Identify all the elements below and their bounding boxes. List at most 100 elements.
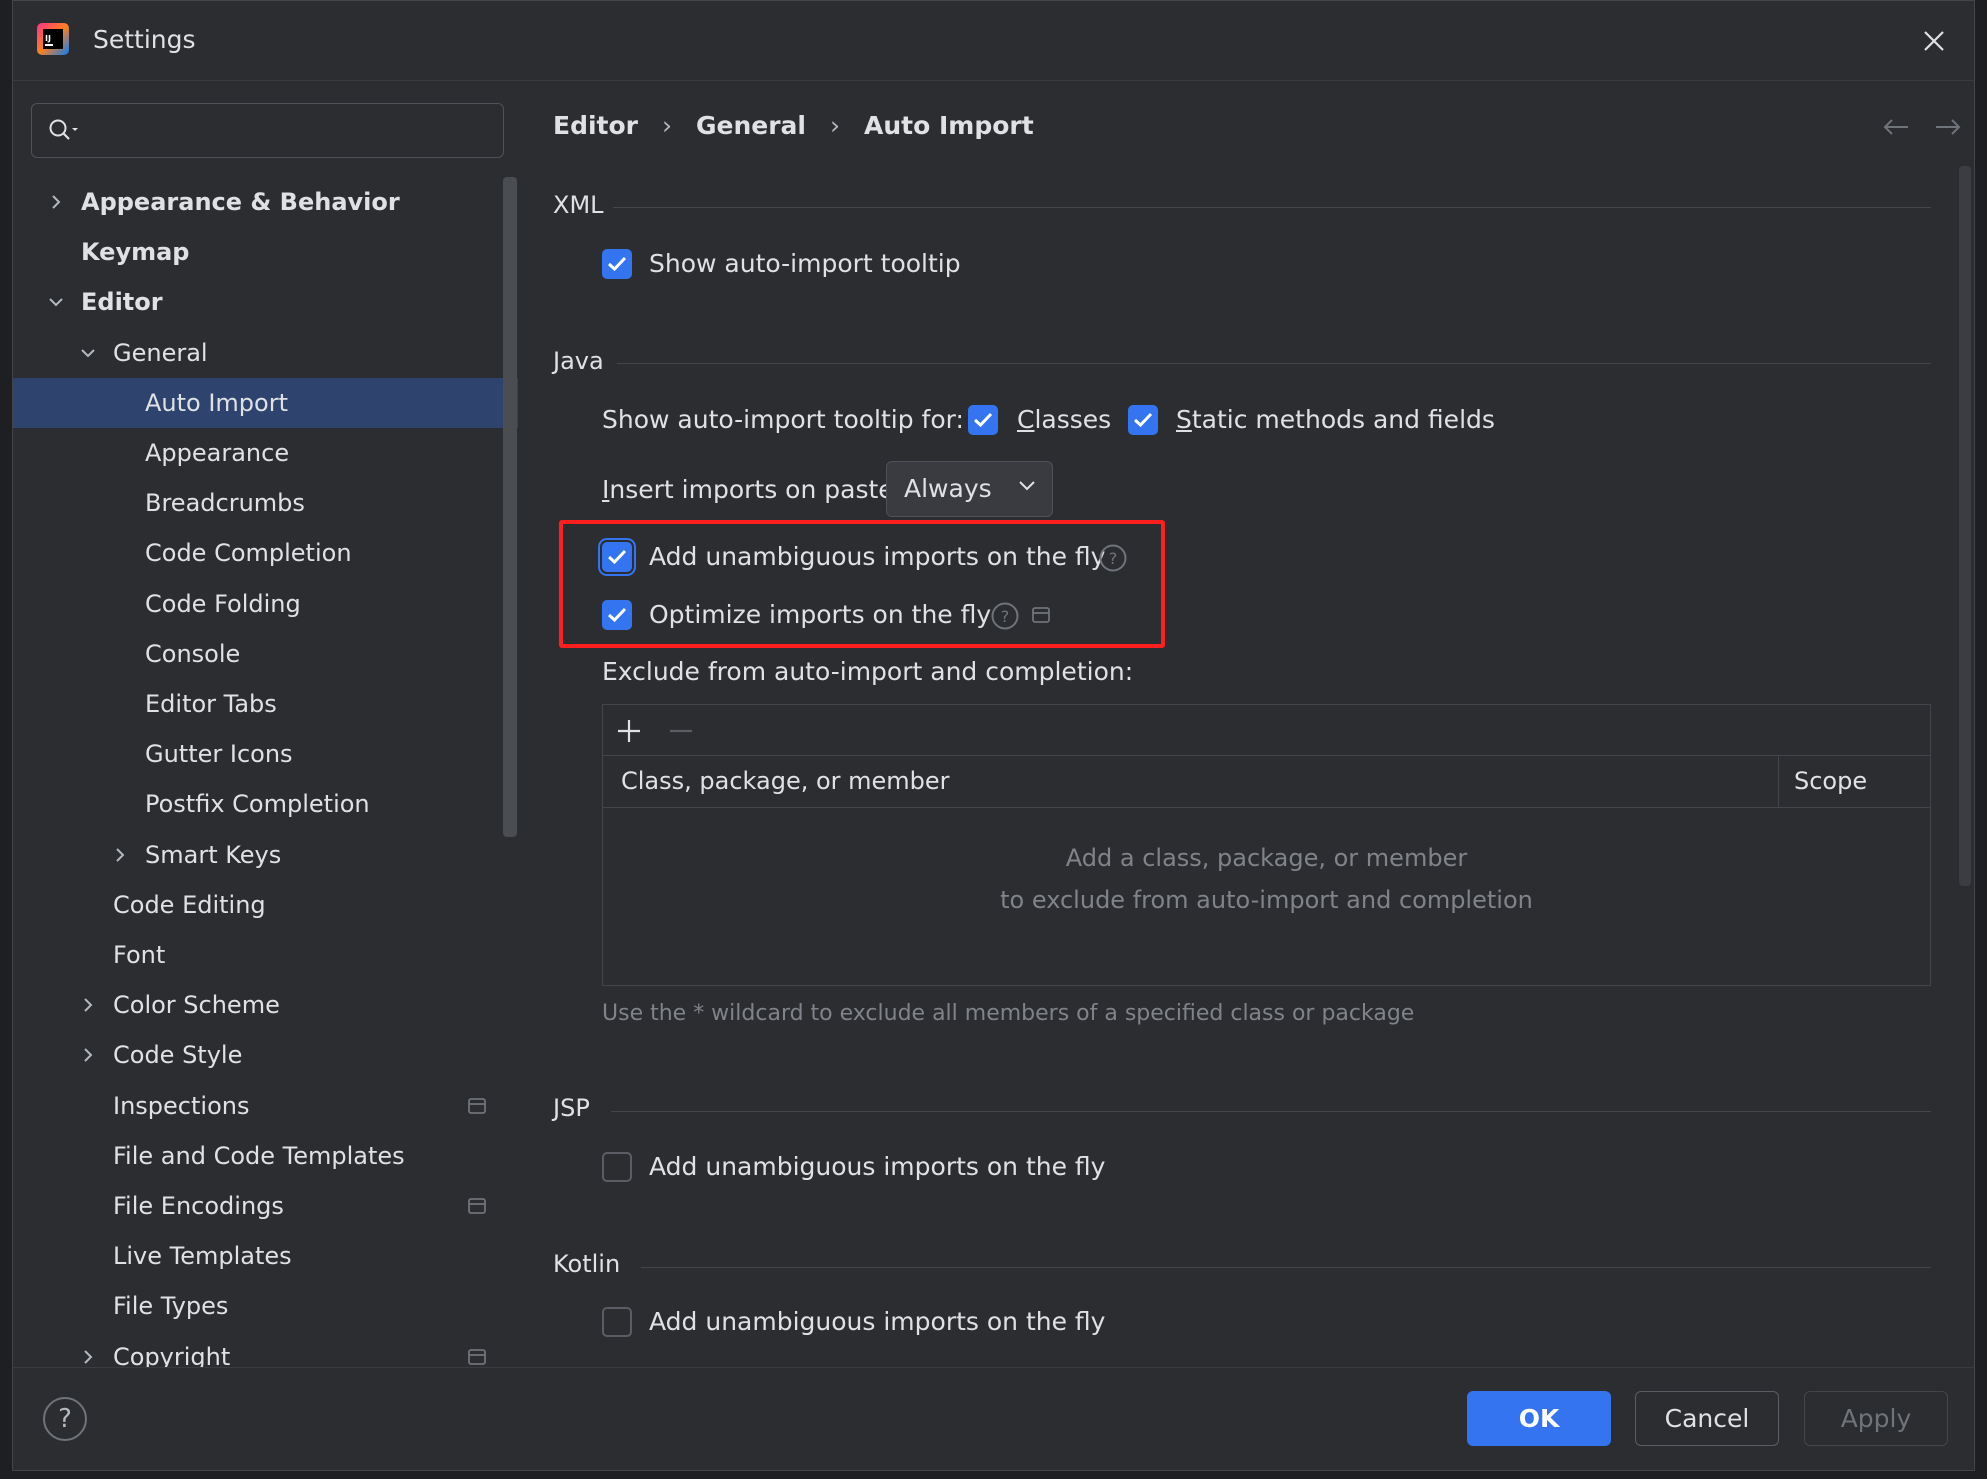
exclude-table[interactable]: Class, package, or member Scope Add a cl… [602,704,1931,986]
tree-item-appearance[interactable]: Appearance [13,428,518,478]
section-divider [641,1267,1931,1268]
tree-item-general[interactable]: General [13,328,518,378]
tree-item-editor-tabs[interactable]: Editor Tabs [13,679,518,729]
close-icon [1924,31,1944,51]
chevron-right-icon[interactable] [111,846,129,864]
intellij-logo-icon: IJ [37,23,69,55]
java-static-checkbox[interactable] [1128,405,1158,435]
checkmark-icon [1133,412,1153,428]
tree-item-editor[interactable]: Editor [13,277,518,327]
checkmark-icon [973,412,993,428]
table-empty-state: Add a class, package, or member to exclu… [603,837,1930,921]
tree-item-label: Auto Import [145,388,289,417]
help-button[interactable]: ? [43,1397,87,1441]
project-level-icon [468,1198,486,1214]
tree-item-auto-import[interactable]: Auto Import [13,377,518,428]
java-insert-label: Insert imports on paste: [602,475,903,504]
cancel-button[interactable]: Cancel [1635,1391,1779,1446]
chevron-right-icon[interactable] [79,1348,97,1366]
chevron-right-icon[interactable] [47,193,65,211]
tree-item-label: Code Editing [113,890,266,919]
insert-imports-value: Always [904,474,992,503]
section-java-title: Java [553,347,604,375]
column-class-header[interactable]: Class, package, or member [621,767,950,795]
settings-search[interactable] [31,103,504,158]
jsp-add-unambiguous-label[interactable]: Add unambiguous imports on the fly [649,1152,1105,1181]
java-static-label[interactable]: Static methods and fields [1176,405,1495,434]
breadcrumb-general[interactable]: General [696,111,806,140]
tree-item-code-editing[interactable]: Code Editing [13,880,518,930]
ok-button[interactable]: OK [1467,1391,1611,1446]
tree-item-label: Copyright [113,1342,231,1367]
chevron-down-icon[interactable] [47,293,65,311]
tree-item-color-scheme[interactable]: Color Scheme [13,980,518,1030]
tree-item-label: Appearance [145,439,290,467]
table-header: Class, package, or member Scope [603,755,1930,808]
tree-item-breadcrumbs[interactable]: Breadcrumbs [13,478,518,528]
tree-item-live-templates[interactable]: Live Templates [13,1231,518,1281]
kotlin-add-unambiguous-label[interactable]: Add unambiguous imports on the fly [649,1307,1105,1336]
tree-item-label: Appearance & Behavior [81,188,400,216]
tree-item-code-folding[interactable]: Code Folding [13,579,518,629]
tree-item-label: Code Style [113,1041,243,1070]
back-arrow-icon[interactable] [1882,117,1910,137]
section-jsp-title: JSP [553,1094,590,1122]
close-button[interactable] [1914,21,1954,61]
tree-item-copyright[interactable]: Copyright [13,1332,518,1367]
tree-item-appearance-behavior[interactable]: Appearance & Behavior [13,177,518,227]
java-classes-label[interactable]: Classes [1017,405,1111,434]
tree-item-smart-keys[interactable]: Smart Keys [13,830,518,880]
content-scrollbar[interactable] [1959,166,1971,886]
tree-item-keymap[interactable]: Keymap [13,227,518,277]
empty-state-line1: Add a class, package, or member [1065,844,1468,872]
java-classes-checkbox[interactable] [968,405,998,435]
xml-show-tooltip-label[interactable]: Show auto-import tooltip [649,249,961,278]
search-input[interactable] [84,112,488,150]
tree-item-label: Breadcrumbs [145,489,305,518]
tree-item-gutter-icons[interactable]: Gutter Icons [13,729,518,779]
tree-item-console[interactable]: Console [13,629,518,679]
chevron-right-icon[interactable] [79,996,97,1014]
window-title: Settings [93,25,196,54]
settings-dialog: IJ Settings Appearance & Behavior Keymap E… [12,0,1975,1471]
breadcrumb: Editor › General › Auto Import [553,111,1034,140]
tree-item-code-completion[interactable]: Code Completion [13,528,518,578]
tree-scrollbar[interactable] [503,177,517,837]
tree-item-file-encodings[interactable]: File Encodings [13,1181,518,1231]
forward-arrow-icon[interactable] [1934,117,1962,137]
section-xml-title: XML [553,191,604,219]
insert-imports-dropdown[interactable]: Always [886,461,1053,517]
section-divider [613,207,1931,208]
section-kotlin-title: Kotlin [553,1250,621,1278]
section-divider [611,1111,1931,1112]
tree-item-code-style[interactable]: Code Style [13,1030,518,1080]
tree-item-file-types[interactable]: File Types [13,1281,518,1331]
settings-tree: Appearance & Behavior Keymap Editor General… [13,177,518,1367]
jsp-add-unambiguous-checkbox[interactable] [602,1152,632,1182]
tree-item-label: File and Code Templates [113,1141,405,1170]
chevron-right-icon[interactable] [79,1046,97,1064]
kotlin-add-unambiguous-checkbox[interactable] [602,1307,632,1337]
column-scope-header[interactable]: Scope [1794,767,1867,795]
remove-icon[interactable] [667,717,695,745]
tree-item-label: Smart Keys [145,840,282,869]
annotation-highlight-box [559,520,1165,648]
section-divider [617,363,1931,364]
empty-state-line2: to exclude from auto-import and completi… [1000,886,1533,914]
tree-item-inspections[interactable]: Inspections [13,1081,518,1131]
breadcrumb-separator: › [662,111,672,140]
add-icon[interactable] [615,717,643,745]
tree-item-label: Postfix Completion [145,790,370,819]
column-separator[interactable] [1778,755,1779,807]
tree-item-font[interactable]: Font [13,930,518,980]
tree-item-label: Inspections [113,1091,250,1120]
chevron-down-icon[interactable] [79,344,97,362]
apply-button[interactable]: Apply [1804,1391,1948,1446]
java-exclude-label: Exclude from auto-import and completion: [602,657,1134,686]
tree-item-postfix-completion[interactable]: Postfix Completion [13,779,518,829]
xml-show-tooltip-checkbox[interactable] [602,249,632,279]
breadcrumb-editor[interactable]: Editor [553,111,638,140]
nav-arrows [1882,117,1962,137]
tree-item-file-and-code-templates[interactable]: File and Code Templates [13,1131,518,1181]
tree-item-label: Console [145,639,241,668]
